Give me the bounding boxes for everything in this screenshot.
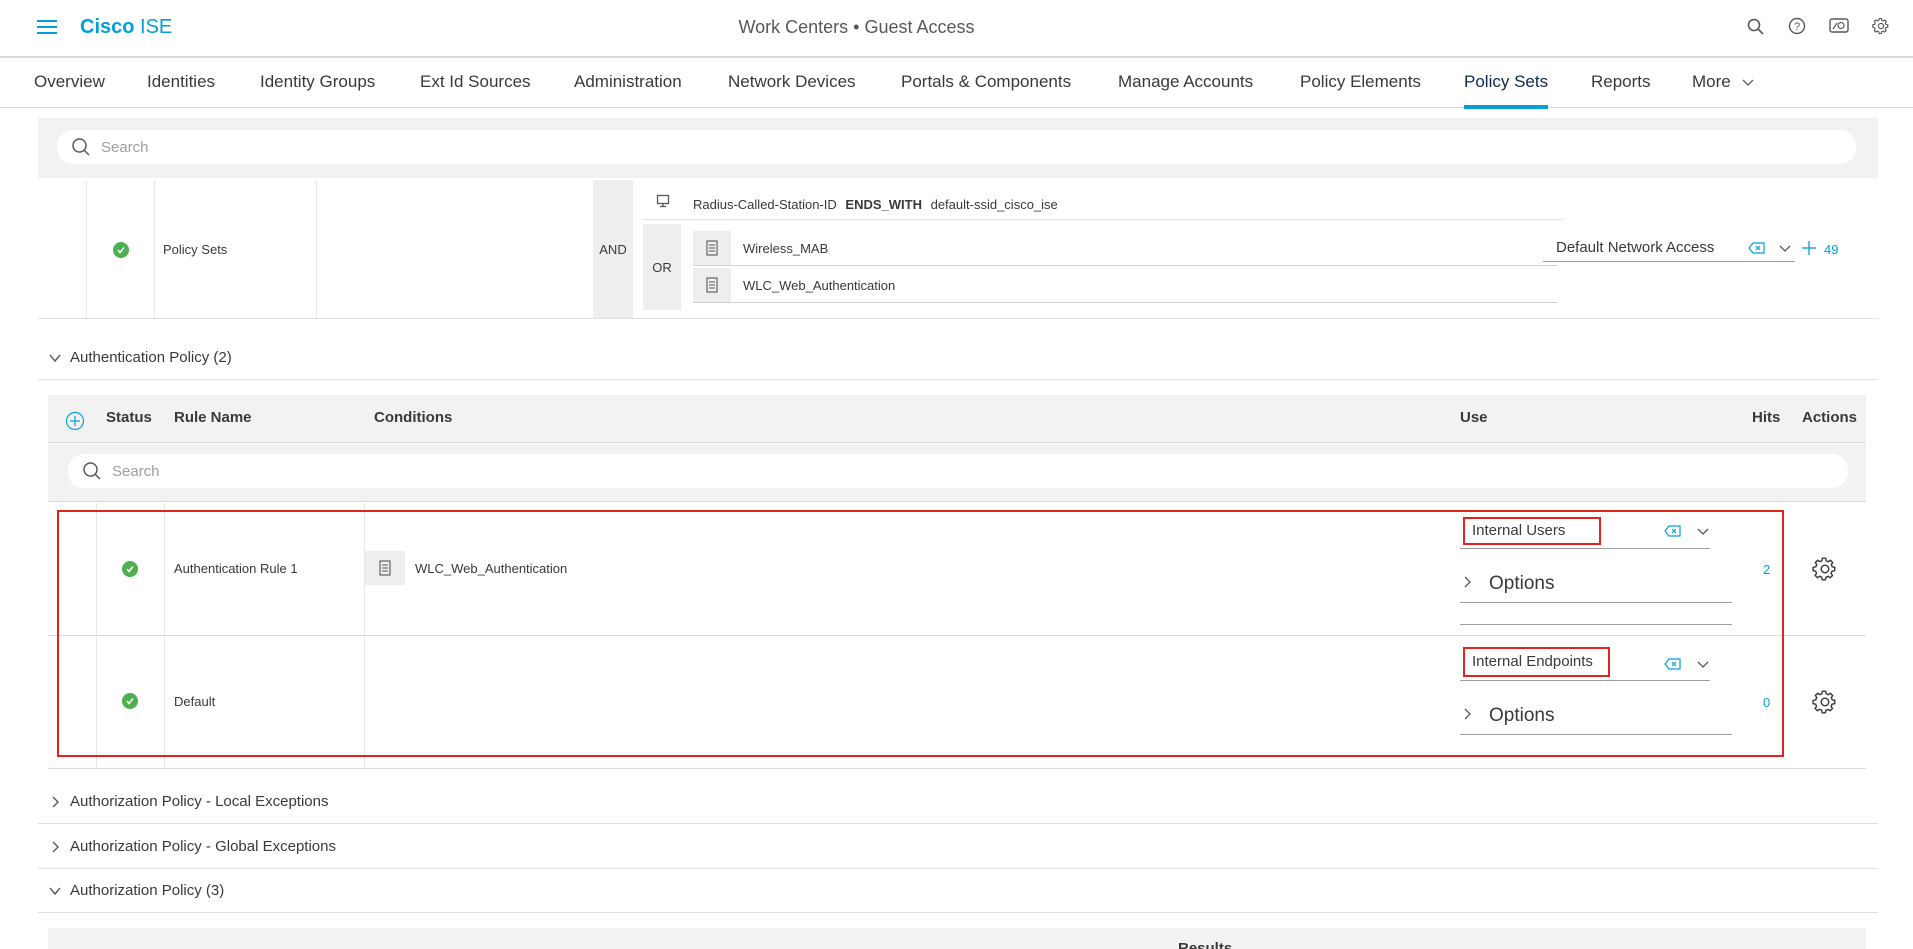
column-header-hits[interactable]: Hits	[1752, 409, 1780, 426]
library-condition-icon	[693, 268, 731, 302]
search-icon	[72, 138, 90, 156]
authorization-global-exceptions-header[interactable]: Authorization Policy - Global Exceptions	[38, 825, 1878, 869]
tab-network-devices[interactable]: Network Devices	[728, 72, 856, 92]
chevron-down-icon[interactable]	[1778, 243, 1792, 253]
tab-policy-elements[interactable]: Policy Elements	[1300, 72, 1421, 92]
policy-set-search	[57, 130, 1856, 164]
or-label: OR	[652, 259, 672, 275]
column-divider	[86, 180, 87, 318]
or-condition-label: WLC_Web_Authentication	[743, 278, 896, 293]
column-header-results: Results	[1178, 940, 1233, 949]
chevron-down-icon	[49, 354, 61, 362]
top-header: Cisco ISE Work Centers • Guest Access ?	[0, 0, 1913, 58]
tab-reports[interactable]: Reports	[1591, 72, 1651, 92]
and-label: AND	[599, 241, 627, 257]
header-icons: ?	[1745, 16, 1891, 36]
column-header-actions: Actions	[1802, 409, 1858, 426]
chevron-down-icon	[1743, 79, 1754, 86]
policy-set-search-band	[38, 118, 1878, 178]
tab-manage-accounts[interactable]: Manage Accounts	[1118, 72, 1253, 92]
nav-tabs: Overview Identities Identity Groups Ext …	[0, 60, 1913, 109]
auth-rule-search	[68, 454, 1848, 488]
add-rule-icon[interactable]	[65, 411, 85, 431]
policy-set-hits[interactable]: 49	[1824, 242, 1838, 257]
gear-icon[interactable]	[1812, 556, 1838, 582]
tab-administration[interactable]: Administration	[574, 72, 682, 92]
clear-icon[interactable]	[1748, 242, 1766, 254]
and-operator: AND	[593, 180, 633, 318]
allowed-protocols-value: Default Network Access	[1556, 239, 1715, 256]
section-title: Authentication Policy (2)	[70, 349, 232, 366]
section-title: Authorization Policy - Global Exceptions	[70, 838, 336, 855]
column-divider	[316, 180, 317, 318]
section-title: Authorization Policy - Local Exceptions	[70, 793, 329, 810]
svg-text:?: ?	[1794, 21, 1800, 33]
or-condition-label: Wireless_MAB	[743, 241, 829, 256]
chevron-down-icon	[49, 887, 61, 895]
condition-text[interactable]: Radius-Called-Station-ID ENDS_WITH defau…	[693, 197, 1058, 212]
or-condition-1[interactable]: Wireless_MAB	[693, 230, 1557, 266]
tab-identities[interactable]: Identities	[147, 72, 215, 92]
column-header-use[interactable]: Use	[1460, 409, 1488, 426]
auth-table-header: Status Rule Name Conditions Use Hits Act…	[48, 395, 1866, 443]
section-title: Authorization Policy (3)	[70, 882, 225, 899]
column-divider	[154, 180, 155, 318]
tab-more[interactable]: More	[1692, 72, 1755, 92]
tab-overview[interactable]: Overview	[34, 72, 105, 92]
column-header-status[interactable]: Status	[106, 409, 152, 426]
chevron-right-icon	[52, 796, 59, 807]
search-icon[interactable]	[1745, 16, 1765, 36]
authorization-table-header: Results	[48, 928, 1866, 949]
add-icon[interactable]	[1801, 240, 1817, 256]
or-condition-2[interactable]: WLC_Web_Authentication	[693, 267, 1557, 303]
column-header-conditions[interactable]: Conditions	[374, 409, 452, 426]
computer-icon	[656, 194, 670, 208]
help-icon[interactable]: ?	[1787, 16, 1807, 36]
or-operator: OR	[643, 224, 681, 310]
condition-line-1: Radius-Called-Station-ID ENDS_WITH defau…	[643, 182, 1563, 220]
gear-icon[interactable]	[1812, 689, 1838, 715]
condition-operator: ENDS_WITH	[845, 197, 922, 212]
authorization-local-exceptions-header[interactable]: Authorization Policy - Local Exceptions	[38, 780, 1878, 824]
search-icon	[83, 462, 101, 480]
authentication-policy-header[interactable]: Authentication Policy (2)	[38, 336, 1878, 380]
policy-set-row: Policy Sets AND Radius-Called-Station-ID…	[38, 180, 1878, 319]
tab-ext-id-sources[interactable]: Ext Id Sources	[420, 72, 531, 92]
auth-table-search-band	[48, 444, 1866, 502]
auth-rule-search-input[interactable]	[112, 462, 1714, 480]
column-header-rule-name[interactable]: Rule Name	[174, 409, 252, 426]
tab-identity-groups[interactable]: Identity Groups	[260, 72, 375, 92]
tab-portals-components[interactable]: Portals & Components	[901, 72, 1071, 92]
tab-more-label: More	[1692, 72, 1731, 91]
chevron-right-icon	[52, 841, 59, 852]
status-enabled-icon	[113, 242, 129, 258]
condition-value: default-ssid_cisco_ise	[930, 197, 1058, 212]
policy-set-name[interactable]: Policy Sets	[163, 242, 227, 257]
authorization-policy-header[interactable]: Authorization Policy (3)	[38, 869, 1878, 913]
condition-attribute: Radius-Called-Station-ID	[693, 197, 837, 212]
policy-set-search-input[interactable]	[101, 138, 1721, 156]
rules-highlight-box	[57, 510, 1784, 757]
tab-policy-sets[interactable]: Policy Sets	[1464, 72, 1549, 109]
page-title: Work Centers • Guest Access	[738, 17, 975, 37]
dashboard-icon[interactable]	[1829, 16, 1849, 36]
library-condition-icon	[693, 231, 731, 265]
settings-icon[interactable]	[1871, 16, 1891, 36]
